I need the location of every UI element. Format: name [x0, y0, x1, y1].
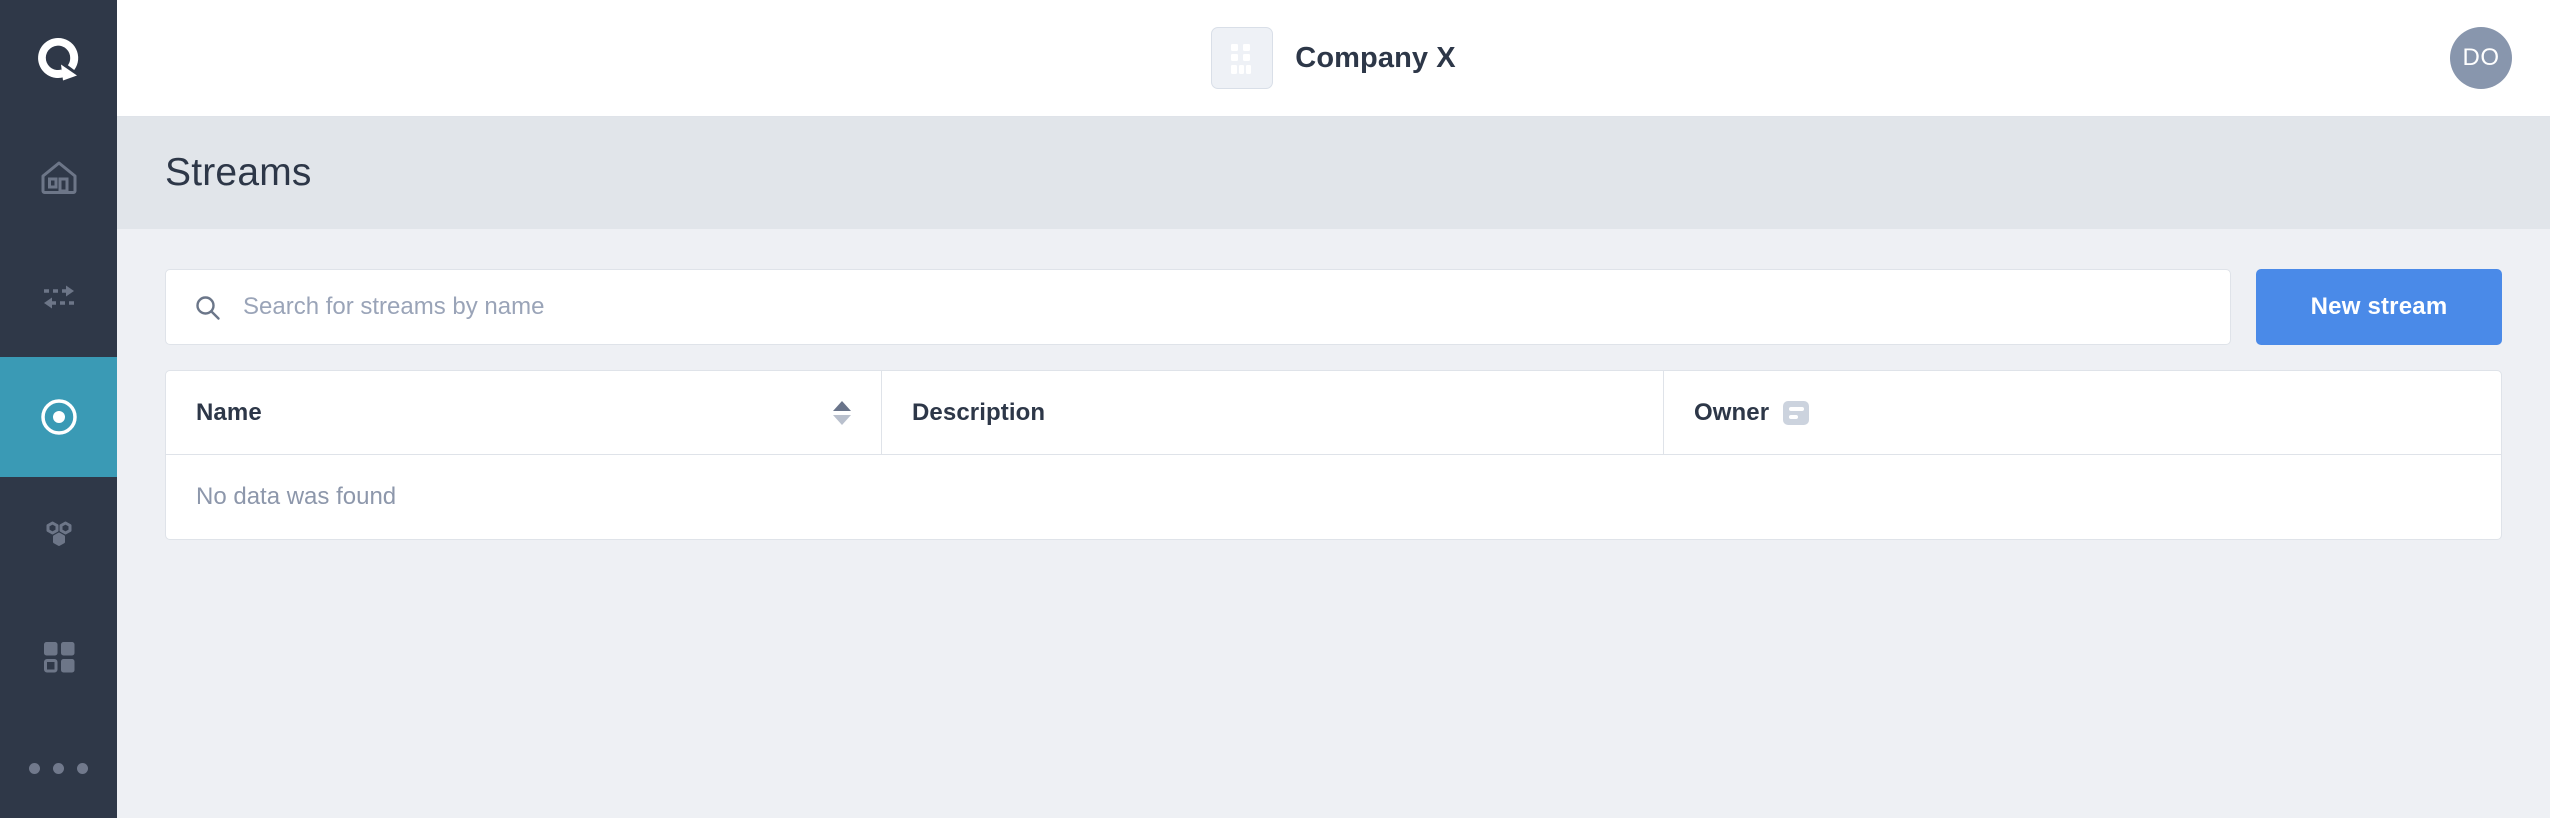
building-glyph-icon [1231, 44, 1252, 74]
search-icon [196, 295, 220, 320]
column-header-name-label: Name [196, 398, 262, 426]
page-title: Streams [165, 151, 312, 194]
sidebar [0, 0, 117, 818]
sidebar-item-home[interactable] [0, 117, 117, 237]
building-icon[interactable] [1211, 27, 1274, 89]
app-logo[interactable] [0, 0, 117, 117]
column-header-description[interactable]: Description [882, 371, 1664, 454]
app-root: Company X DO Streams New stream [0, 0, 2550, 818]
column-header-description-label: Description [912, 398, 1046, 426]
column-filter-icon[interactable] [1783, 400, 1810, 425]
sidebar-item-dashboards[interactable] [0, 597, 117, 717]
circle-dot-icon [40, 399, 77, 435]
topbar: Company X DO [117, 0, 2550, 117]
org-name: Company X [1295, 41, 1456, 74]
toolbar: New stream [165, 269, 2502, 345]
table-empty-message: No data was found [196, 483, 397, 510]
page-header-banner: Streams [117, 117, 2550, 229]
main-pane: Company X DO Streams New stream [117, 0, 2550, 818]
sort-arrows-icon[interactable] [833, 400, 851, 425]
table-header-row: Name Description Owner [166, 371, 2501, 455]
new-stream-button[interactable]: New stream [2256, 269, 2502, 345]
column-header-owner[interactable]: Owner [1664, 371, 2501, 454]
column-header-owner-label: Owner [1694, 398, 1770, 426]
user-avatar[interactable]: DO [2450, 27, 2512, 89]
ellipsis-icon [29, 762, 88, 774]
column-header-name[interactable]: Name [166, 371, 882, 454]
grid-icon [43, 642, 74, 673]
home-icon [41, 161, 76, 194]
page-content: New stream Name Description Owner [117, 229, 2550, 818]
search-box[interactable] [165, 269, 2231, 345]
streams-table: Name Description Owner No data was found [165, 370, 2502, 540]
org-switcher: Company X [117, 27, 2550, 89]
sidebar-item-streams[interactable] [0, 357, 117, 477]
sidebar-more-button[interactable] [0, 718, 117, 818]
quix-logo-icon [37, 37, 78, 80]
sidebar-item-topics[interactable] [0, 477, 117, 597]
data-flow-icon [43, 285, 74, 309]
search-input[interactable] [243, 293, 2202, 321]
sidebar-item-pipeline[interactable] [0, 237, 117, 357]
nodes-icon [46, 521, 71, 546]
